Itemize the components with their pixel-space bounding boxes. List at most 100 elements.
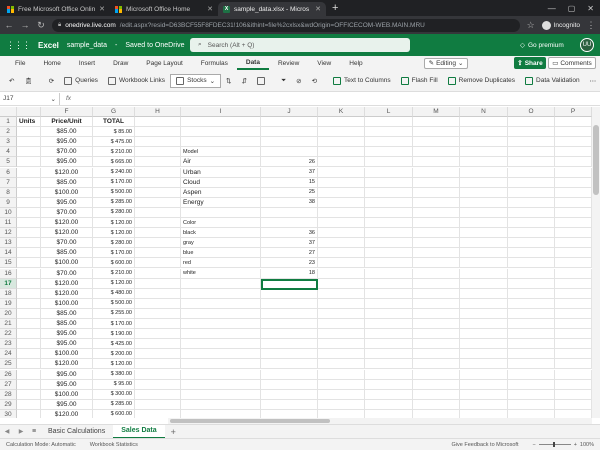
zoom-level[interactable]: 100%	[580, 442, 594, 448]
cell[interactable]	[460, 218, 508, 229]
cell[interactable]	[135, 177, 181, 188]
cell[interactable]	[365, 379, 413, 390]
cell[interactable]	[181, 359, 261, 370]
cell[interactable]	[261, 339, 318, 350]
zoom-control[interactable]: − + 100%	[532, 442, 594, 448]
cell[interactable]	[413, 127, 460, 138]
row-header[interactable]: 25	[0, 359, 17, 370]
cell[interactable]	[135, 187, 181, 198]
cell[interactable]	[508, 278, 555, 289]
column-header[interactable]: P	[555, 107, 592, 117]
zoom-slider[interactable]	[538, 442, 571, 447]
cell[interactable]	[555, 127, 592, 138]
cell[interactable]	[555, 187, 592, 198]
workbook-links-button[interactable]: Workbook Links	[103, 73, 170, 89]
cell[interactable]	[17, 268, 41, 279]
column-header[interactable]: F	[41, 107, 93, 117]
cell[interactable]	[365, 218, 413, 229]
cell[interactable]	[508, 197, 555, 208]
cell[interactable]: 37	[261, 238, 318, 249]
cell[interactable]	[135, 167, 181, 178]
row-header[interactable]: 21	[0, 319, 17, 330]
cell[interactable]	[181, 278, 261, 289]
cell[interactable]	[365, 308, 413, 319]
row-header[interactable]: 28	[0, 389, 17, 400]
cell[interactable]	[261, 207, 318, 218]
row-header[interactable]: 3	[0, 137, 17, 148]
column-header[interactable]: L	[365, 107, 413, 117]
cell[interactable]	[413, 258, 460, 269]
incognito-indicator[interactable]: Incognito	[541, 20, 580, 30]
cell[interactable]	[365, 329, 413, 340]
cell[interactable]: $85.00	[41, 177, 93, 188]
close-icon[interactable]: ✕	[315, 5, 321, 13]
cell[interactable]	[318, 369, 365, 380]
cell[interactable]	[508, 177, 555, 188]
cell[interactable]	[318, 167, 365, 178]
cell[interactable]	[555, 117, 592, 128]
cell[interactable]: $120.00	[41, 409, 93, 418]
tab-page-layout[interactable]: Page Layout	[137, 56, 192, 70]
cell[interactable]	[555, 258, 592, 269]
cell[interactable]	[365, 258, 413, 269]
cell[interactable]	[318, 137, 365, 148]
cell[interactable]	[261, 399, 318, 410]
cell[interactable]	[17, 369, 41, 380]
cell[interactable]	[365, 298, 413, 309]
cell[interactable]	[555, 137, 592, 148]
cell[interactable]	[508, 207, 555, 218]
cell[interactable]	[17, 147, 41, 158]
cell[interactable]: $95.00	[41, 339, 93, 350]
cell[interactable]	[555, 207, 592, 218]
cell[interactable]	[365, 359, 413, 370]
cell[interactable]	[555, 268, 592, 279]
row-header[interactable]: 7	[0, 177, 17, 188]
cell[interactable]	[413, 248, 460, 259]
editing-mode-dropdown[interactable]: ✎ Editing ⌄	[423, 57, 469, 69]
cell[interactable]	[555, 147, 592, 158]
cell[interactable]: $ 210.00	[93, 147, 135, 158]
cell[interactable]	[365, 167, 413, 178]
cell[interactable]	[181, 329, 261, 340]
cell[interactable]	[555, 298, 592, 309]
cell[interactable]	[508, 349, 555, 360]
cell[interactable]	[555, 248, 592, 259]
cell[interactable]	[460, 319, 508, 330]
cell[interactable]: $95.00	[41, 157, 93, 168]
queries-button[interactable]: Queries	[59, 73, 103, 89]
go-premium-button[interactable]: ◇ Go premium	[520, 41, 564, 50]
cell[interactable]	[508, 359, 555, 370]
cell[interactable]: Aspen	[181, 187, 261, 198]
cell[interactable]	[508, 147, 555, 158]
cell[interactable]	[261, 319, 318, 330]
cell[interactable]: gray	[181, 238, 261, 249]
cell[interactable]	[135, 248, 181, 259]
row-header[interactable]: 15	[0, 258, 17, 269]
cell[interactable]: $ 200.00	[93, 349, 135, 360]
cell[interactable]	[508, 258, 555, 269]
cell[interactable]: $120.00	[41, 359, 93, 370]
cell[interactable]: 18	[261, 268, 318, 279]
cell[interactable]	[318, 268, 365, 279]
cell[interactable]	[318, 389, 365, 400]
cell[interactable]	[135, 349, 181, 360]
cell[interactable]	[555, 218, 592, 229]
cell[interactable]: $120.00	[41, 218, 93, 229]
cell[interactable]	[413, 409, 460, 418]
cell[interactable]	[508, 167, 555, 178]
column-header[interactable]: I	[181, 107, 261, 117]
cell[interactable]	[181, 288, 261, 299]
cell[interactable]	[261, 288, 318, 299]
add-sheet-button[interactable]: +	[165, 427, 182, 437]
column-header[interactable]: J	[261, 107, 318, 117]
cell[interactable]	[460, 258, 508, 269]
cell[interactable]: $ 170.00	[93, 177, 135, 188]
cell[interactable]	[508, 369, 555, 380]
cell[interactable]	[135, 238, 181, 249]
cell[interactable]	[181, 369, 261, 380]
cell[interactable]	[365, 228, 413, 239]
sort-ascending-button[interactable]: ⇅	[221, 73, 236, 89]
cell[interactable]	[365, 319, 413, 330]
cell[interactable]	[508, 238, 555, 249]
cell[interactable]	[508, 399, 555, 410]
